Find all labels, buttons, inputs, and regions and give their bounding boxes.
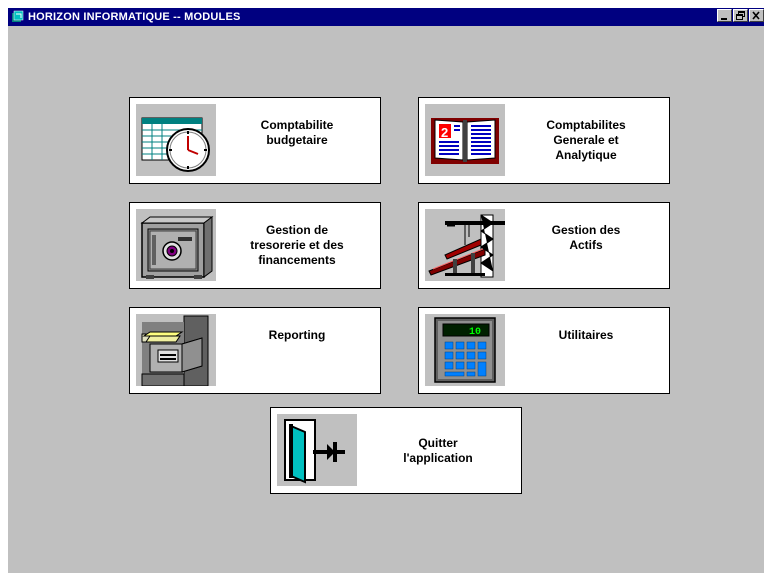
module-comptabilite-budgetaire[interactable]: Comptabilite budgetaire — [129, 97, 381, 184]
svg-text:2: 2 — [441, 125, 448, 140]
minimize-button[interactable] — [717, 9, 732, 22]
module-reporting[interactable]: Reporting — [129, 307, 381, 394]
module-label: Comptabilite budgetaire — [260, 118, 334, 147]
module-comptabilites-generale[interactable]: 2 Comptabilites Generale et Analytique — [418, 97, 670, 184]
close-icon — [752, 11, 760, 20]
safe-icon — [136, 209, 216, 281]
module-label: Comptabilites Generale et Analytique — [546, 118, 626, 162]
svg-text:10: 10 — [469, 327, 481, 338]
app-icon — [12, 10, 24, 22]
crane-icon — [425, 209, 505, 281]
spreadsheet-clock-icon — [136, 104, 216, 176]
module-label: Utilitaires — [558, 328, 614, 342]
window-title: HORIZON INFORMATIQUE -- MODULES — [28, 11, 241, 23]
module-quitter[interactable]: Quitter l'application — [270, 407, 522, 494]
minimize-icon — [721, 18, 727, 20]
module-label: Reporting — [268, 328, 326, 342]
module-gestion-tresorerie[interactable]: Gestion de tresorerie et des financement… — [129, 202, 381, 289]
calculator-icon: 10 — [425, 314, 505, 386]
restore-icon — [736, 11, 745, 20]
title-bar[interactable]: HORIZON INFORMATIQUE -- MODULES — [8, 8, 764, 26]
filing-cabinet-icon — [136, 314, 216, 386]
exit-door-icon — [277, 414, 357, 486]
main-window: HORIZON INFORMATIQUE -- MODULES Comptabi… — [8, 8, 764, 573]
ledger-book-icon: 2 — [425, 104, 505, 176]
restore-button[interactable] — [733, 9, 748, 22]
module-label: Gestion de tresorerie et des financement… — [250, 223, 344, 267]
module-gestion-actifs[interactable]: Gestion des Actifs — [418, 202, 670, 289]
module-label: Gestion des Actifs — [551, 223, 621, 252]
module-utilitaires[interactable]: 10 Utilitaires — [418, 307, 670, 394]
close-button[interactable] — [749, 9, 764, 22]
module-label: Quitter l'application — [403, 435, 473, 465]
